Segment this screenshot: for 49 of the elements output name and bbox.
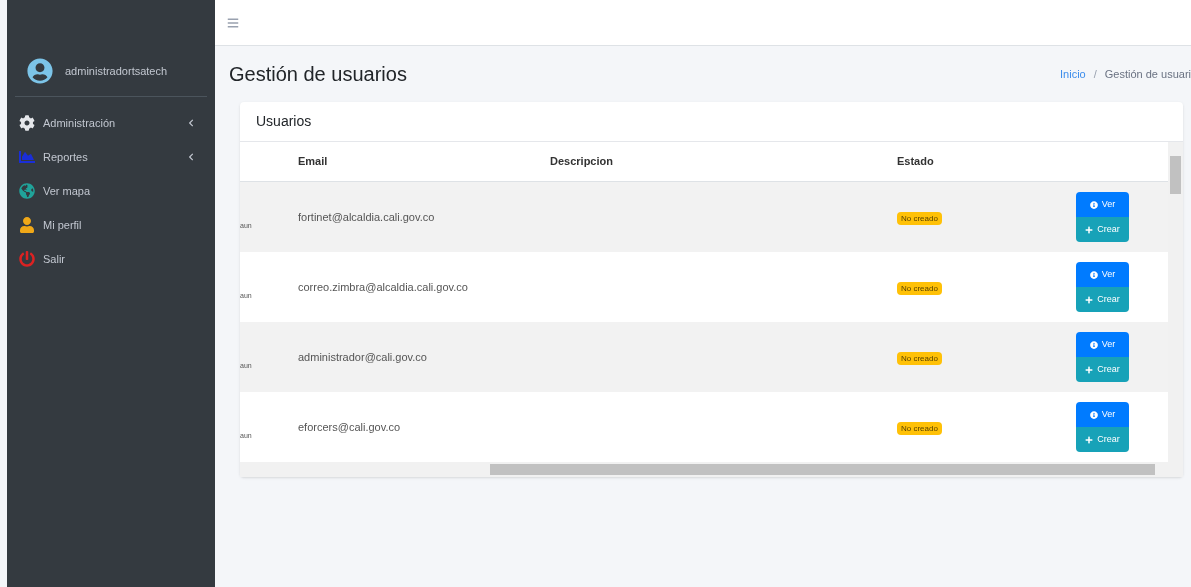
- column-header: Descripcion: [550, 154, 614, 170]
- chevron-icon: [187, 153, 195, 161]
- status-badge: No creado: [897, 421, 942, 435]
- info-icon: [1089, 340, 1098, 349]
- status-badge: No creado: [897, 281, 942, 295]
- email-cell-text: eforcers@cali.gov.co: [298, 419, 402, 435]
- email-cell-text: administrador@cali.gov.co: [298, 349, 428, 365]
- status-badge: No creado: [897, 211, 942, 225]
- page-title: Gestión de usuarios: [229, 62, 407, 87]
- gear-icon: [19, 115, 35, 131]
- status-badge: No creado: [897, 351, 942, 365]
- chevron-icon: [187, 119, 195, 127]
- create-button[interactable]: Crear: [1076, 427, 1129, 452]
- vertical-scrollbar[interactable]: [1168, 142, 1183, 462]
- menu-icon[interactable]: [227, 16, 239, 29]
- view-button[interactable]: Ver: [1076, 332, 1129, 357]
- breadcrumb-current: Gestión de usuari: [1104, 66, 1191, 82]
- create-button[interactable]: Crear: [1076, 287, 1129, 312]
- avatar-icon: [27, 58, 53, 84]
- view-button[interactable]: Ver: [1076, 192, 1129, 217]
- user-name[interactable]: administradortsatech: [65, 62, 168, 80]
- breadcrumb-separator: /: [1093, 66, 1097, 82]
- view-button[interactable]: Ver: [1076, 262, 1129, 287]
- breadcrumb-link[interactable]: Inicio: [1060, 65, 1086, 83]
- sidebar-item[interactable]: Administración: [19, 109, 203, 137]
- plus-icon: [1085, 435, 1094, 444]
- sidebar-item[interactable]: Mi perfil: [19, 211, 203, 239]
- sidebar-item[interactable]: Reportes: [19, 143, 203, 171]
- create-button[interactable]: Crear: [1076, 217, 1129, 242]
- create-button[interactable]: Crear: [1076, 357, 1129, 382]
- column-header: Estado: [897, 154, 935, 170]
- plus-icon: [1085, 295, 1094, 304]
- globe-icon: [19, 183, 35, 199]
- plus-icon: [1085, 365, 1094, 374]
- view-button[interactable]: Ver: [1076, 402, 1129, 427]
- sidebar-item[interactable]: Salir: [19, 245, 203, 273]
- card-title: Usuarios: [256, 112, 312, 131]
- horizontal-scrollbar[interactable]: [240, 462, 1183, 477]
- info-icon: [1089, 410, 1098, 419]
- info-icon: [1089, 200, 1098, 209]
- chart-icon: [19, 149, 35, 165]
- sidebar-item[interactable]: Ver mapa: [19, 177, 203, 205]
- info-icon: [1089, 270, 1098, 279]
- power-icon: [19, 251, 35, 267]
- email-cell-text: correo.zimbra@alcaldia.cali.gov.co: [298, 279, 469, 295]
- column-header: Email: [298, 154, 329, 170]
- person-icon: [19, 217, 35, 233]
- email-cell-text: fortinet@alcaldia.cali.gov.co: [298, 209, 436, 225]
- plus-icon: [1085, 225, 1094, 234]
